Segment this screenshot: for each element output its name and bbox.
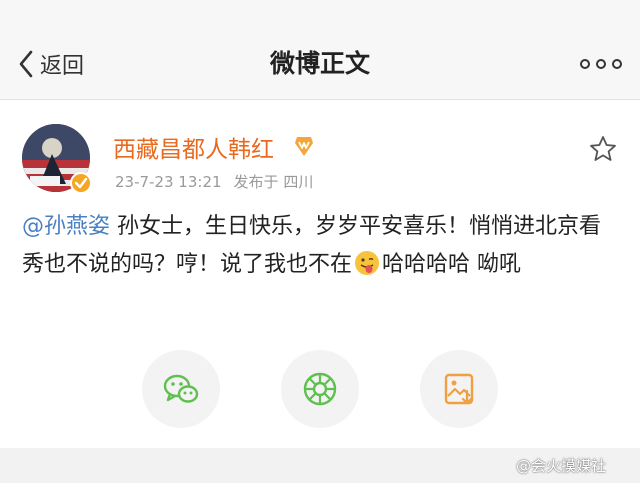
- post-card: 西藏昌都人韩红 23-7-23 13:21 发布于 四川 @孙燕姿 孙女士，生日快…: [0, 100, 640, 448]
- watermark: @会火摸媒社: [516, 457, 607, 475]
- mention-link[interactable]: @孙燕姿: [22, 214, 110, 239]
- more-dots-icon[interactable]: [578, 48, 624, 80]
- back-label: 返回: [40, 54, 85, 79]
- post-text-end: 哈哈哈哈 呦吼: [382, 252, 522, 277]
- verified-icon: [70, 172, 92, 194]
- chevron-left-icon: [19, 50, 33, 78]
- tongue-face-emoji: [355, 251, 380, 275]
- save-image-button[interactable]: [420, 350, 498, 428]
- post-content: @孙燕姿 孙女士，生日快乐，岁岁平安喜乐！悄悄进北京看秀也不说的吗？哼！说了我也…: [22, 208, 622, 284]
- wechat-icon: [163, 374, 199, 403]
- vip-badge-icon[interactable]: [292, 134, 316, 158]
- star-icon[interactable]: [588, 134, 618, 164]
- post-timestamp: 23-7-23 13:21: [115, 173, 222, 191]
- post-location: 发布于 四川: [233, 173, 314, 191]
- author-name[interactable]: 西藏昌都人韩红: [113, 130, 274, 164]
- back-button[interactable]: 返回: [18, 44, 84, 84]
- page-title: 微博正文: [269, 49, 370, 78]
- share-wechat-button[interactable]: [142, 350, 220, 428]
- wechat-moments-icon: [303, 372, 337, 406]
- post-meta: 23-7-23 13:21 发布于 四川: [115, 171, 313, 192]
- share-moments-button[interactable]: [281, 350, 359, 428]
- top-navigation-bar: 返回 微博正文: [0, 0, 640, 100]
- save-image-icon: [444, 373, 474, 405]
